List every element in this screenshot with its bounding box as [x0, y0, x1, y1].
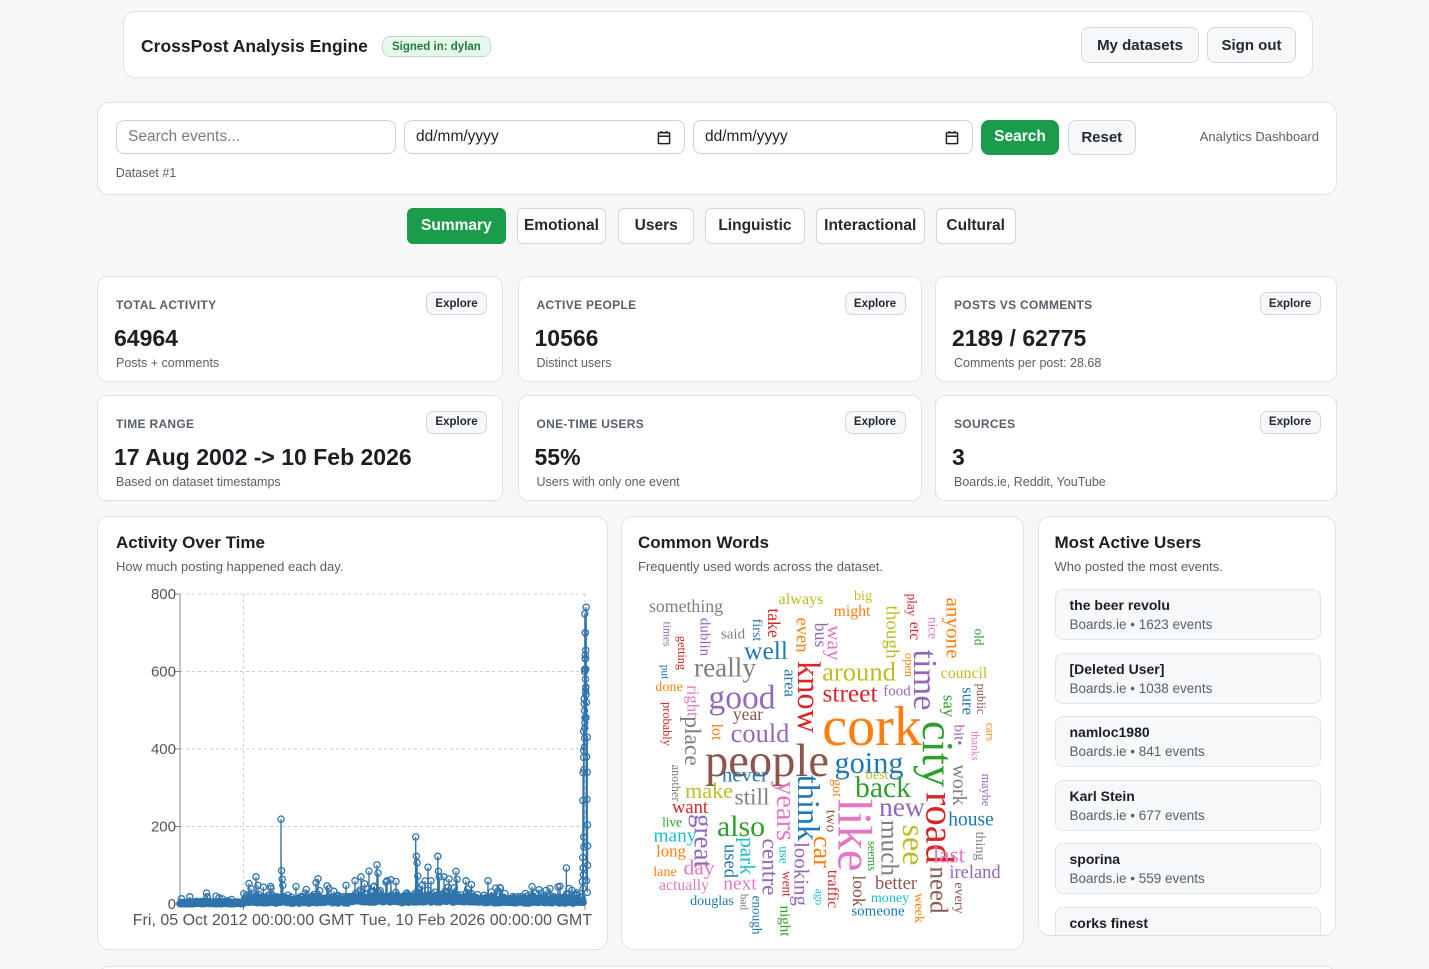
svg-text:400: 400 — [151, 741, 176, 758]
svg-text:Tue, 10 Feb 2026 00:00:00 GMT: Tue, 10 Feb 2026 00:00:00 GMT — [360, 912, 593, 929]
svg-text:600: 600 — [151, 664, 176, 681]
svg-text:200: 200 — [151, 819, 176, 836]
svg-text:Fri, 05 Oct 2012 00:00:00 GMT: Fri, 05 Oct 2012 00:00:00 GMT — [133, 912, 355, 929]
svg-text:800: 800 — [151, 586, 176, 603]
svg-text:0: 0 — [168, 896, 176, 913]
